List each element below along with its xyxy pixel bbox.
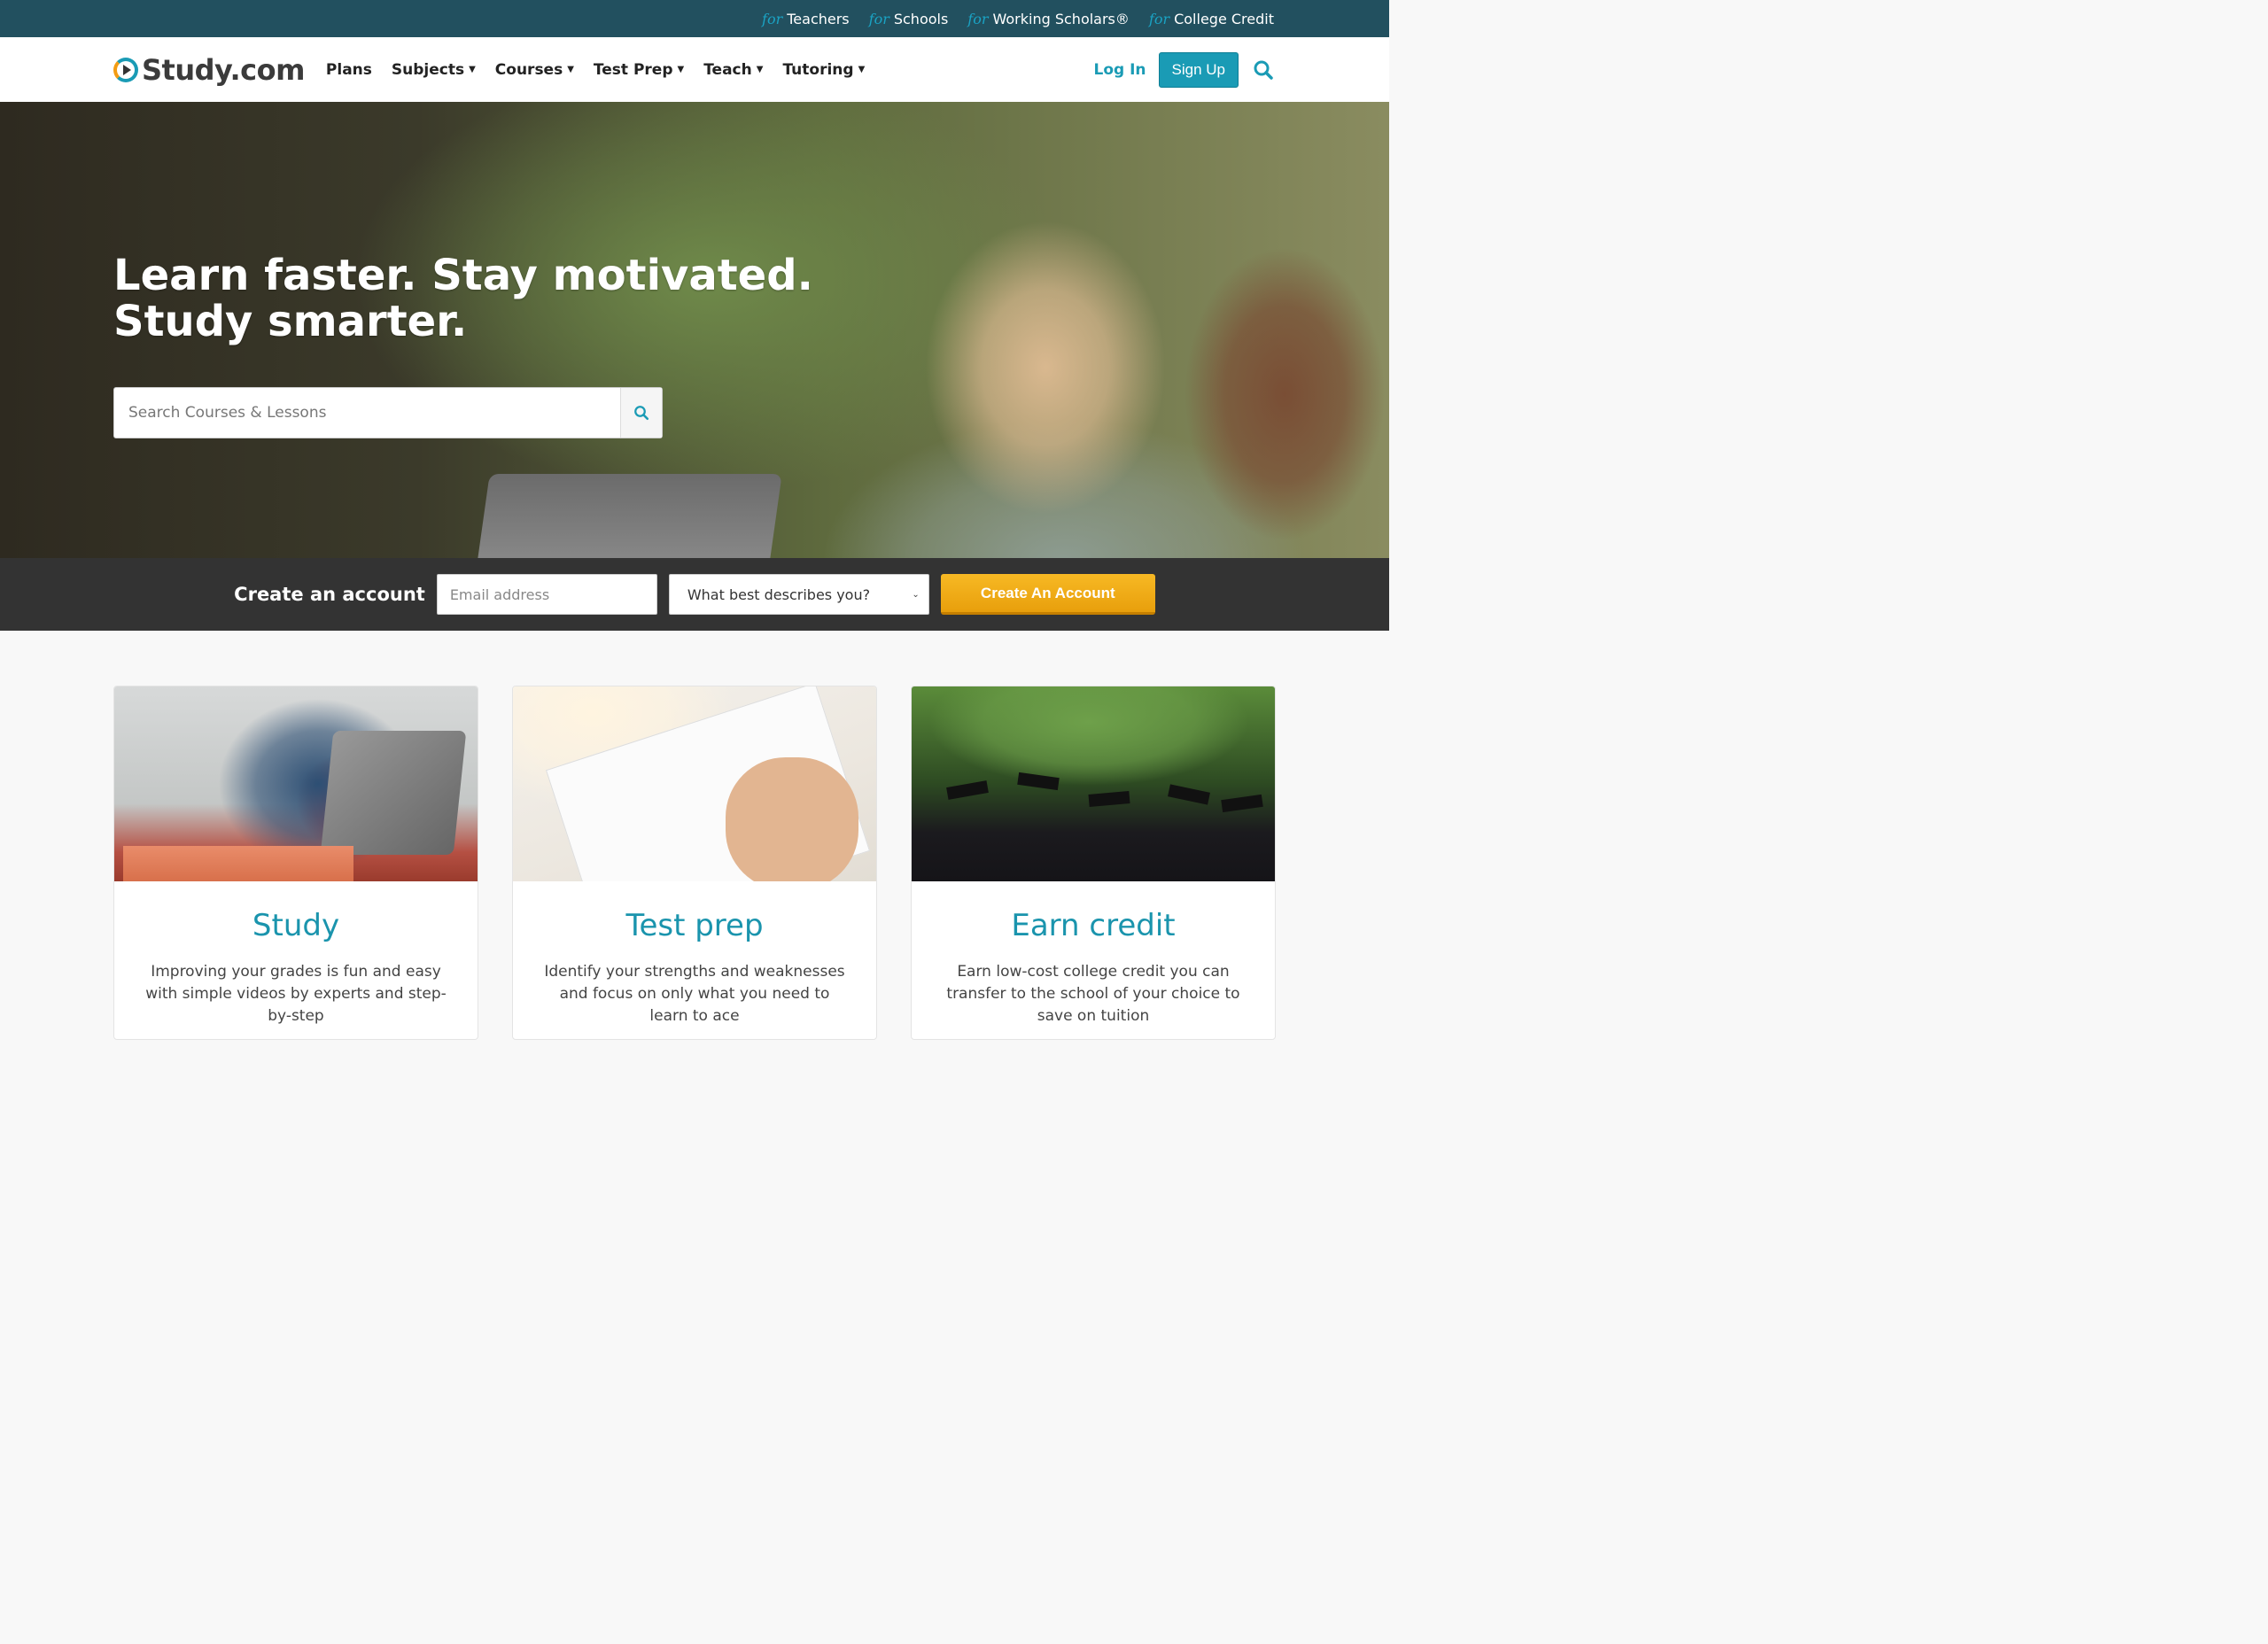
logo-text: Study.com xyxy=(142,52,305,87)
nav-right: Log In Sign Up xyxy=(1093,51,1276,88)
feature-title: Test prep xyxy=(625,908,764,943)
feature-card-test-prep[interactable]: Test prep Identify your strengths and we… xyxy=(512,686,877,1040)
chevron-down-icon: ▼ xyxy=(567,65,574,74)
chevron-down-icon: ▼ xyxy=(756,65,764,74)
utility-link-schools[interactable]: for Schools xyxy=(869,11,949,27)
chevron-down-icon: ▼ xyxy=(469,65,476,74)
for-label: for xyxy=(762,10,783,27)
test-prep-image xyxy=(513,686,876,881)
features-section: Study Improving your grades is fun and e… xyxy=(0,631,1389,1040)
utility-link-college-credit[interactable]: for College Credit xyxy=(1149,11,1274,27)
utility-bar: for Teachers for Schools for Working Schola… xyxy=(0,0,1389,37)
hero-headline-line2: Study smarter. xyxy=(113,297,468,346)
login-link[interactable]: Log In xyxy=(1093,61,1146,79)
nav-item-plans[interactable]: Plans xyxy=(326,61,372,79)
feature-description: Earn low-cost college credit you can tra… xyxy=(946,963,1240,1025)
chevron-down-icon: ▼ xyxy=(677,65,685,74)
feature-description: Identify your strengths and weaknesses a… xyxy=(544,963,845,1025)
utility-link-working-scholars[interactable]: for Working Scholars® xyxy=(967,11,1130,27)
earn-credit-image xyxy=(912,686,1275,881)
for-label: for xyxy=(1148,10,1170,27)
create-account-button[interactable]: Create An Account xyxy=(940,574,1155,615)
hero-headline-line1: Learn faster. Stay motivated. xyxy=(113,251,813,300)
chevron-down-icon: ▼ xyxy=(858,65,866,74)
hero-headline: Learn faster. Stay motivated. Study smar… xyxy=(113,252,813,345)
utility-link-label: Teachers xyxy=(787,10,850,27)
role-select-value: What best describes you? xyxy=(687,585,871,603)
nav-item-label: Test Prep xyxy=(593,60,673,79)
logo[interactable]: Study.com xyxy=(113,53,305,87)
search-icon xyxy=(634,406,649,421)
study-image xyxy=(114,686,478,881)
feature-card-earn-credit[interactable]: Earn credit Earn low-cost college credit… xyxy=(911,686,1276,1040)
logo-play-icon xyxy=(113,57,138,82)
feature-description: Improving your grades is fun and easy wi… xyxy=(145,963,447,1025)
nav-item-subjects[interactable]: Subjects ▼ xyxy=(392,61,476,79)
utility-link-label: Schools xyxy=(893,10,949,27)
for-label: for xyxy=(967,10,989,27)
feature-card-study[interactable]: Study Improving your grades is fun and e… xyxy=(113,686,478,1040)
utility-link-label: College Credit xyxy=(1174,10,1274,27)
hero-search xyxy=(113,387,663,438)
utility-link-label: Working Scholars® xyxy=(992,10,1130,27)
hero-laptop-image xyxy=(476,474,782,558)
nav-item-label: Courses xyxy=(494,60,563,79)
chevron-down-icon: ⌄ xyxy=(912,589,920,600)
nav-item-test-prep[interactable]: Test Prep ▼ xyxy=(594,61,684,79)
hero-search-input[interactable] xyxy=(114,388,620,438)
for-label: for xyxy=(868,10,889,27)
nav-item-label: Plans xyxy=(325,60,372,79)
hero: Learn faster. Stay motivated. Study smar… xyxy=(0,102,1389,558)
create-account-bar: Create an account What best describes yo… xyxy=(0,558,1389,631)
nav-item-label: Tutoring xyxy=(782,60,854,79)
nav-item-label: Teach xyxy=(703,60,752,79)
main-nav: Study.com Plans Subjects ▼ Courses ▼ Test … xyxy=(0,37,1389,102)
feature-title: Study xyxy=(252,908,340,943)
search-icon[interactable] xyxy=(1251,58,1276,82)
email-field[interactable] xyxy=(436,574,657,615)
role-select[interactable]: What best describes you? ⌄ xyxy=(668,574,929,615)
signup-button[interactable]: Sign Up xyxy=(1158,51,1239,88)
hero-search-button[interactable] xyxy=(620,388,662,438)
feature-title: Earn credit xyxy=(1011,908,1176,943)
nav-item-courses[interactable]: Courses ▼ xyxy=(495,61,574,79)
nav-item-label: Subjects xyxy=(391,60,465,79)
utility-link-teachers[interactable]: for Teachers xyxy=(762,11,850,27)
create-account-label: Create an account xyxy=(234,584,425,605)
nav-item-teach[interactable]: Teach ▼ xyxy=(703,61,763,79)
nav-item-tutoring[interactable]: Tutoring ▼ xyxy=(782,61,865,79)
nav-links: Plans Subjects ▼ Courses ▼ Test Prep ▼ Teac… xyxy=(326,61,865,79)
